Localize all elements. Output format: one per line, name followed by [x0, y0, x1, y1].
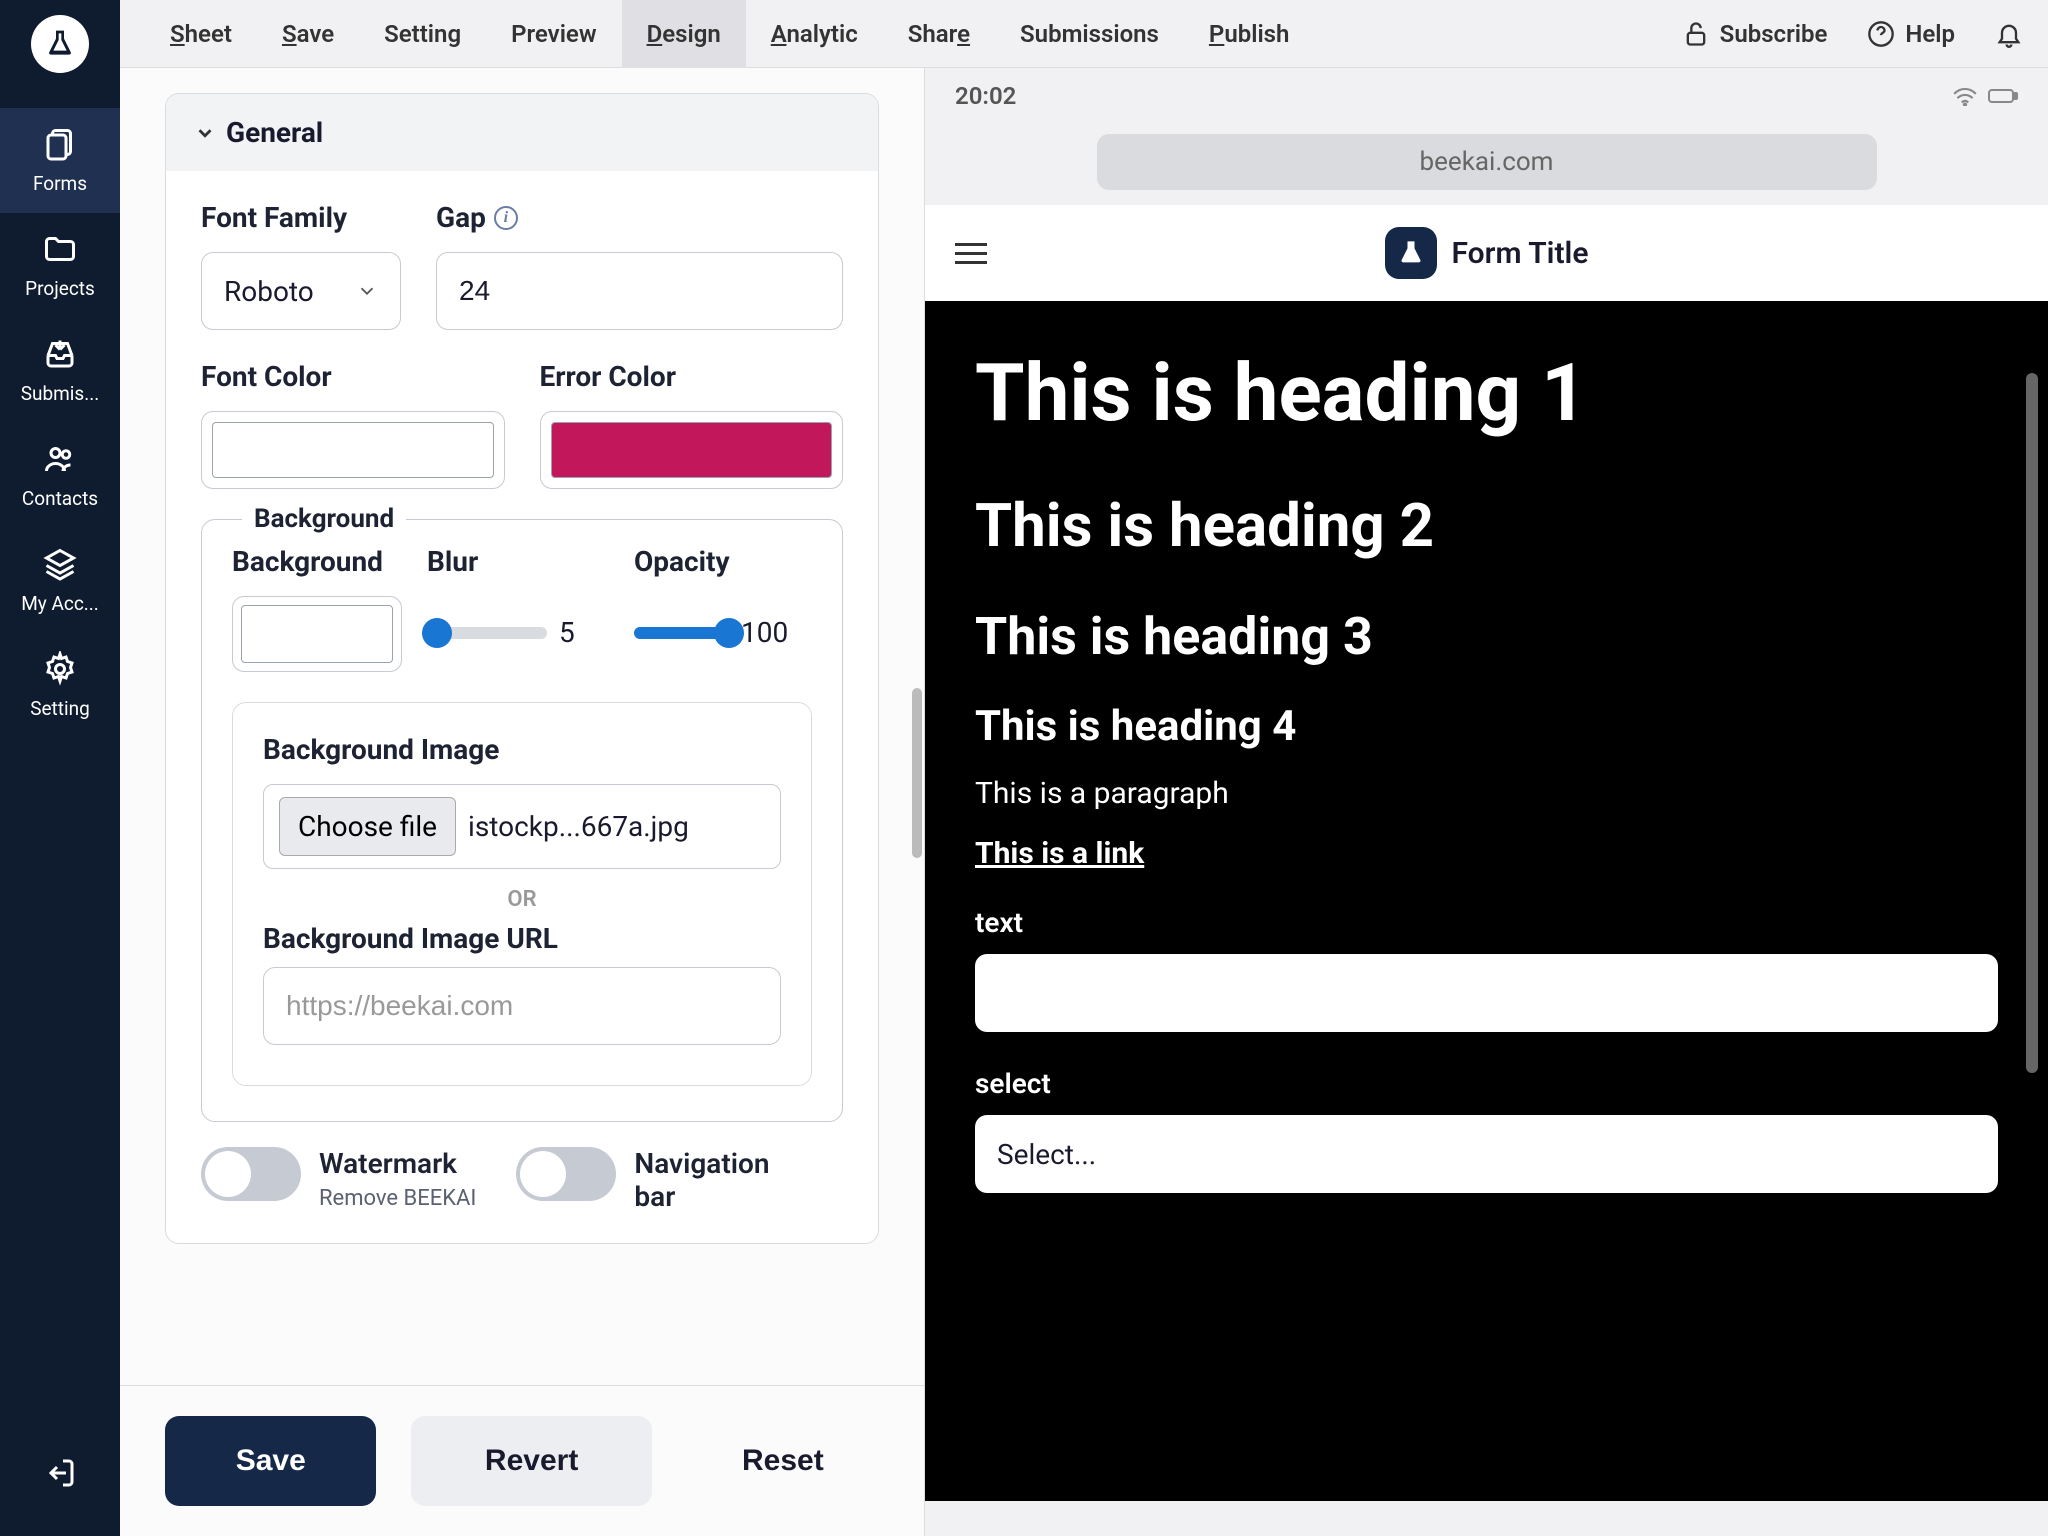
panel-scrollbar[interactable] — [912, 688, 922, 858]
app-logo[interactable] — [31, 15, 89, 73]
preview-h3: This is heading 3 — [975, 606, 1998, 667]
section-general-header[interactable]: General — [166, 94, 878, 171]
font-color-picker[interactable] — [201, 411, 505, 489]
bg-image-label: Background Image — [263, 733, 781, 766]
preview-h4: This is heading 4 — [975, 702, 1998, 751]
sidebar-item-label: Setting — [30, 697, 90, 720]
left-sidebar: Forms Projects Submis... Contacts My Acc… — [0, 0, 120, 1536]
background-color-picker[interactable] — [232, 596, 402, 672]
gear-icon — [42, 651, 78, 687]
font-family-select[interactable]: Roboto — [201, 252, 401, 330]
blur-slider[interactable] — [427, 627, 547, 639]
design-panel: General Font Family Roboto — [120, 68, 925, 1536]
sidebar-item-submissions[interactable]: Submis... — [0, 318, 120, 423]
opacity-slider[interactable] — [634, 627, 729, 639]
sidebar-item-label: Projects — [25, 277, 95, 300]
sidebar-item-setting[interactable]: Setting — [0, 633, 120, 738]
sidebar-item-logout[interactable] — [0, 1445, 120, 1511]
preview-text-input[interactable] — [975, 954, 1998, 1032]
help-button[interactable]: Help — [1867, 20, 1955, 48]
preview-url-bar: beekai.com — [1097, 134, 1877, 190]
form-title: Form Title — [1452, 236, 1589, 271]
nav-preview[interactable]: Preview — [486, 0, 621, 68]
nav-publish[interactable]: Publish — [1184, 0, 1315, 68]
background-fieldset: Background Background Blur — [201, 519, 843, 1122]
bg-url-label: Background Image URL — [263, 922, 781, 955]
nav-sheet[interactable]: Sheet — [145, 0, 257, 68]
nav-submissions[interactable]: Submissions — [995, 0, 1184, 68]
top-nav: Sheet Save Setting Preview Design Analyt… — [120, 0, 2048, 68]
sidebar-item-label: Contacts — [22, 487, 98, 510]
font-color-label: Font Color — [201, 360, 505, 393]
preview-scrollbar[interactable] — [2026, 373, 2038, 1073]
preview-select[interactable]: Select... — [975, 1115, 1998, 1193]
help-icon — [1867, 20, 1895, 48]
device-time: 20:02 — [955, 82, 1016, 110]
notifications-button[interactable] — [1995, 20, 2023, 48]
gap-label: Gap i — [436, 201, 843, 234]
background-color-label: Background — [232, 545, 402, 578]
error-color-label: Error Color — [540, 360, 844, 393]
watermark-toggle[interactable] — [201, 1147, 301, 1201]
opacity-label: Opacity — [634, 545, 812, 578]
layers-icon — [42, 546, 78, 582]
choose-file-button[interactable]: Choose file — [279, 797, 456, 856]
navbar-toggle[interactable] — [516, 1147, 616, 1201]
nav-design[interactable]: Design — [622, 0, 746, 68]
select-field-label: select — [975, 1067, 1998, 1100]
users-icon — [42, 441, 78, 477]
save-button[interactable]: Save — [165, 1416, 376, 1506]
form-logo — [1385, 227, 1437, 279]
nav-save[interactable]: Save — [257, 0, 359, 68]
logout-icon — [42, 1455, 78, 1491]
chevron-down-icon — [194, 122, 216, 144]
sidebar-item-projects[interactable]: Projects — [0, 213, 120, 318]
text-field-label: text — [975, 906, 1998, 939]
info-icon[interactable]: i — [494, 206, 518, 230]
form-header: Form Title — [925, 205, 2048, 301]
flask-icon — [1397, 239, 1425, 267]
nav-share[interactable]: Share — [883, 0, 995, 68]
sidebar-item-contacts[interactable]: Contacts — [0, 423, 120, 528]
preview-h2: This is heading 2 — [975, 490, 1998, 561]
sidebar-item-label: Forms — [33, 172, 87, 195]
nav-setting[interactable]: Setting — [359, 0, 486, 68]
font-family-label: Font Family — [201, 201, 401, 234]
sidebar-item-account[interactable]: My Acc... — [0, 528, 120, 633]
folder-icon — [42, 231, 78, 267]
wifi-icon — [1952, 86, 1978, 106]
nav-analytic[interactable]: Analytic — [746, 0, 883, 68]
unlock-icon — [1682, 20, 1710, 48]
blur-label: Blur — [427, 545, 609, 578]
error-color-picker[interactable] — [540, 411, 844, 489]
forms-icon — [42, 126, 78, 162]
hamburger-icon[interactable] — [955, 243, 987, 264]
form-preview: 20:02 beekai.com Form Title This is head… — [925, 68, 2048, 1536]
sidebar-item-label: My Acc... — [21, 592, 99, 615]
preview-paragraph: This is a paragraph — [975, 776, 1998, 811]
reset-button[interactable]: Reset — [687, 1416, 879, 1506]
bg-url-input[interactable] — [263, 967, 781, 1045]
preview-h1: This is heading 1 — [975, 346, 1998, 440]
battery-icon — [1988, 87, 2018, 105]
bg-image-file-input[interactable]: Choose file istockp...667a.jpg — [263, 784, 781, 869]
inbox-icon — [42, 336, 78, 372]
flask-icon — [44, 28, 76, 60]
revert-button[interactable]: Revert — [411, 1416, 651, 1506]
file-name: istockp...667a.jpg — [468, 810, 689, 843]
bell-icon — [1995, 20, 2023, 48]
sidebar-item-label: Submis... — [21, 382, 100, 405]
preview-link[interactable]: This is a link — [975, 836, 1144, 871]
chevron-down-icon — [356, 280, 378, 302]
sidebar-item-forms[interactable]: Forms — [0, 108, 120, 213]
subscribe-button[interactable]: Subscribe — [1682, 20, 1828, 48]
gap-input[interactable] — [436, 252, 843, 330]
